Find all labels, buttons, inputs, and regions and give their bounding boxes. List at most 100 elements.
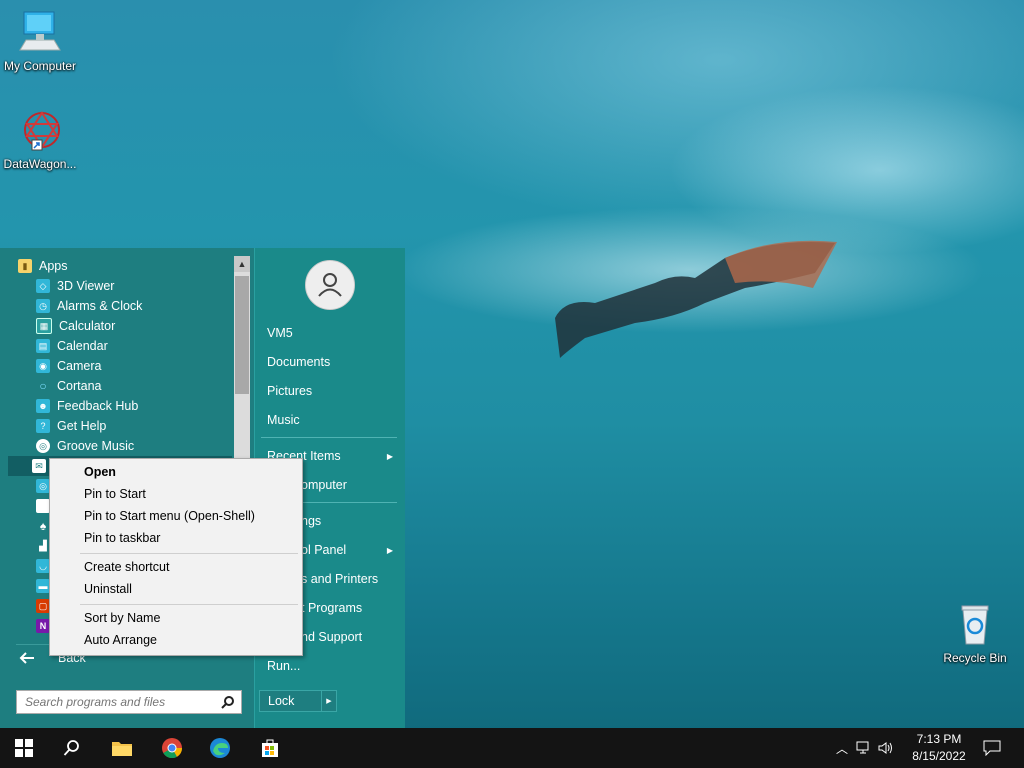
calculator-icon: ▦ <box>36 318 52 334</box>
app-item-label: Cortana <box>57 379 102 393</box>
right-item-documents[interactable]: Documents <box>267 355 330 369</box>
scroll-up-icon[interactable]: ▲ <box>234 256 250 272</box>
app-item-calendar[interactable]: ▤ Calendar <box>8 336 232 356</box>
app-item-label: Camera <box>57 359 102 373</box>
cortana-icon: ○ <box>39 379 47 393</box>
mail-icon: ✉ <box>32 459 46 473</box>
right-item-devices-printers[interactable]: s and Printers <box>301 572 378 586</box>
scroll-thumb[interactable] <box>235 276 249 394</box>
mixed-reality-icon: ◡ <box>36 559 50 573</box>
context-item-create-shortcut[interactable]: Create shortcut <box>84 560 169 574</box>
clock-icon: ◷ <box>36 299 50 313</box>
computer-icon <box>19 11 61 51</box>
music-icon: ◎ <box>36 439 50 453</box>
search-box[interactable] <box>16 690 242 714</box>
notification-icon <box>983 740 1001 756</box>
right-item-pictures[interactable]: Pictures <box>267 384 312 398</box>
right-item-user[interactable]: VM5 <box>267 326 293 340</box>
desktop-icon-label: My Computer <box>3 59 77 73</box>
volume-icon[interactable] <box>878 741 894 755</box>
context-item-pin-to-start-menu[interactable]: Pin to Start menu (Open-Shell) <box>84 509 255 523</box>
taskbar: ︿ 7:13 PM 8/15/2022 <box>0 728 1024 768</box>
app-item-get-help[interactable]: ? Get Help <box>8 416 232 436</box>
lock-button[interactable]: Lock ▶ <box>259 690 337 712</box>
app-item-calculator[interactable]: ▦ Calculator <box>8 316 232 336</box>
context-item-open[interactable]: Open <box>84 465 116 479</box>
desktop-icon-my-computer[interactable]: My Computer <box>0 10 80 73</box>
taskbar-store[interactable] <box>250 728 290 768</box>
desktop-icon-recycle-bin[interactable]: Recycle Bin <box>935 600 1015 665</box>
app-item-label: Get Help <box>57 419 107 433</box>
network-icon[interactable] <box>856 741 872 755</box>
right-item-help-support[interactable]: nd Support <box>301 630 362 644</box>
context-item-pin-to-start[interactable]: Pin to Start <box>84 487 146 501</box>
taskbar-search-button[interactable] <box>52 728 92 768</box>
right-item-computer[interactable]: omputer <box>301 478 347 492</box>
right-item-run[interactable]: Run... <box>267 659 300 673</box>
diver-image <box>555 240 837 358</box>
app-item-label: 3D Viewer <box>57 279 115 293</box>
app-item-label: Groove Music <box>57 439 135 453</box>
action-center-button[interactable] <box>972 728 1012 768</box>
calendar-icon: ▤ <box>36 339 50 353</box>
app-item-feedback-hub[interactable]: ☻ Feedback Hub <box>8 396 232 416</box>
desktop-icon-datawagon[interactable]: DataWagon... <box>0 108 80 171</box>
chevron-right-icon: ▶ <box>386 546 393 555</box>
start-button[interactable] <box>4 728 44 768</box>
app-item-camera[interactable]: ◉ Camera <box>8 356 232 376</box>
cube-icon: ◇ <box>36 279 50 293</box>
app-item-alarms-clock[interactable]: ◷ Alarms & Clock <box>8 296 232 316</box>
context-menu: Open Pin to Start Pin to Start menu (Ope… <box>49 458 303 656</box>
app-item-groove-music[interactable]: ◎ Groove Music <box>8 436 232 456</box>
chrome-icon <box>162 738 183 759</box>
context-item-auto-arrange[interactable]: Auto Arrange <box>84 633 157 647</box>
lock-label: Lock <box>268 694 295 708</box>
system-tray: ︿ <box>836 728 894 768</box>
right-item-default-programs[interactable]: t Programs <box>301 601 362 615</box>
search-input[interactable] <box>23 694 221 710</box>
folder-icon <box>112 742 132 756</box>
maps-icon: ◎ <box>36 479 50 493</box>
desktop-icon-label: Recycle Bin <box>943 651 1007 665</box>
taskbar-chrome[interactable] <box>152 728 192 768</box>
clock[interactable]: 7:13 PM 8/15/2022 <box>904 731 974 765</box>
app-item-cortana[interactable]: ○ Cortana <box>8 376 232 396</box>
taskbar-edge[interactable] <box>200 728 240 768</box>
windows-icon <box>15 739 33 757</box>
app-item-label: Calendar <box>57 339 108 353</box>
app-item-label: Calculator <box>59 319 116 333</box>
store-icon: ▟ <box>39 540 47 552</box>
separator <box>80 604 298 605</box>
help-icon: ? <box>36 419 50 433</box>
chevron-right-icon[interactable]: ▶ <box>321 691 336 711</box>
edge-icon <box>210 738 230 758</box>
datawagon-icon <box>24 111 60 151</box>
back-arrow-icon <box>19 652 34 664</box>
search-icon <box>63 740 79 756</box>
right-item-music[interactable]: Music <box>267 413 300 427</box>
search-icon[interactable] <box>221 695 235 709</box>
app-item-label: Feedback Hub <box>57 399 139 413</box>
office-icon: ▢ <box>36 599 50 613</box>
apps-folder[interactable]: ▮ Apps <box>8 256 232 276</box>
right-item-control-panel[interactable]: ol Panel <box>301 543 346 557</box>
taskbar-file-explorer[interactable] <box>102 728 142 768</box>
right-item-settings[interactable]: ngs <box>301 514 321 528</box>
chevron-right-icon: ▶ <box>386 452 393 461</box>
context-item-pin-to-taskbar[interactable]: Pin to taskbar <box>84 531 160 545</box>
context-item-sort-by-name[interactable]: Sort by Name <box>84 611 160 625</box>
context-item-uninstall[interactable]: Uninstall <box>84 582 132 596</box>
film-icon: ▬ <box>36 579 50 593</box>
clock-time: 7:13 PM <box>916 732 962 746</box>
user-avatar-icon[interactable] <box>305 260 355 310</box>
app-item-3d-viewer[interactable]: ◇ 3D Viewer <box>8 276 232 296</box>
feedback-icon: ☻ <box>36 399 50 413</box>
cards-icon: ♠ <box>39 519 47 533</box>
apps-folder-label: Apps <box>39 259 68 273</box>
app-item-label: Alarms & Clock <box>57 299 143 313</box>
store-icon <box>262 739 278 757</box>
chevron-up-icon[interactable]: ︿ <box>836 740 848 757</box>
folder-icon: ▮ <box>18 259 32 273</box>
desktop-icon-label: DataWagon... <box>3 157 77 171</box>
recycle-bin-icon <box>961 605 989 645</box>
